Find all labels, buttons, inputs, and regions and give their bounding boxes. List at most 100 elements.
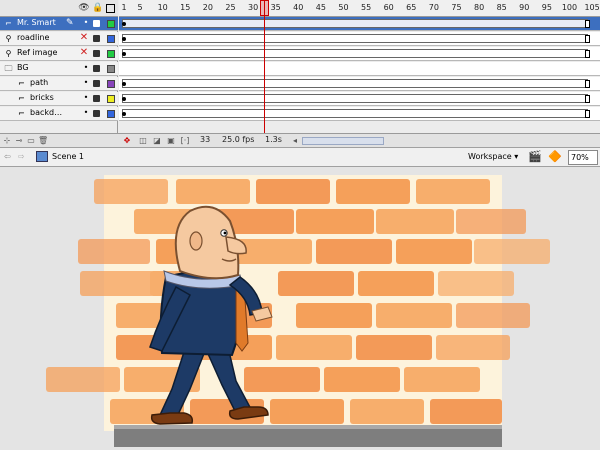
frame-span[interactable] bbox=[122, 79, 588, 88]
zoom-field[interactable]: 70% bbox=[568, 150, 598, 165]
outline-color-swatch[interactable] bbox=[107, 35, 115, 43]
end-keyframe[interactable] bbox=[585, 50, 590, 58]
onion-markers-icon[interactable]: [·] bbox=[180, 136, 190, 145]
layer-row[interactable]: ⌐ Mr. Smart ✎ • bbox=[0, 17, 118, 31]
lock-icon[interactable]: 🔒 bbox=[92, 2, 104, 14]
scene-name[interactable]: Scene 1 bbox=[52, 152, 84, 161]
ruler-tick-label: 105 bbox=[584, 3, 600, 12]
outline-color-swatch[interactable] bbox=[107, 65, 115, 73]
edit-scene-icon[interactable]: 🔶 bbox=[548, 150, 562, 163]
frame-row[interactable] bbox=[119, 77, 600, 91]
brick bbox=[80, 271, 154, 296]
layer-name[interactable]: Ref image bbox=[17, 48, 57, 57]
lock-toggle-icon[interactable] bbox=[93, 35, 100, 42]
frame-row[interactable] bbox=[119, 17, 600, 31]
layer-icon: ⌐ bbox=[18, 79, 25, 88]
add-folder-icon[interactable]: ▭ bbox=[26, 136, 36, 145]
layer-name[interactable]: backd… bbox=[30, 108, 62, 117]
end-keyframe[interactable] bbox=[585, 20, 590, 28]
lock-toggle-icon[interactable] bbox=[93, 95, 100, 102]
hidden-x-icon[interactable]: ✕ bbox=[78, 32, 90, 43]
end-keyframe[interactable] bbox=[585, 80, 590, 88]
layer-row[interactable]: ⚲ roadline ✕ bbox=[0, 32, 118, 46]
outline-color-swatch[interactable] bbox=[107, 20, 115, 28]
layer-row[interactable]: ⌐ bricks • bbox=[0, 92, 118, 106]
lock-toggle-icon[interactable] bbox=[93, 20, 100, 27]
keyframe-dot[interactable] bbox=[122, 22, 126, 26]
outline-color-swatch[interactable] bbox=[107, 80, 115, 88]
layer-row[interactable]: ⌐ path • bbox=[0, 77, 118, 91]
delete-layer-icon[interactable]: 🗑 bbox=[38, 136, 48, 145]
end-keyframe[interactable] bbox=[585, 35, 590, 43]
lock-toggle-icon[interactable] bbox=[93, 110, 100, 117]
fps-readout[interactable]: 25.0 fps bbox=[222, 135, 254, 144]
keyframe-dot[interactable] bbox=[122, 97, 126, 101]
brick bbox=[438, 271, 514, 296]
add-guide-icon[interactable]: ⊸ bbox=[14, 136, 24, 145]
onion-outline-icon[interactable]: ◪ bbox=[152, 136, 162, 145]
pupil bbox=[223, 231, 227, 235]
frame-span[interactable] bbox=[122, 49, 588, 58]
visible-dot-icon[interactable]: • bbox=[82, 93, 90, 102]
lock-toggle-icon[interactable] bbox=[93, 50, 100, 57]
layer-name[interactable]: BG bbox=[17, 63, 29, 72]
timeline-scrollbar[interactable] bbox=[302, 137, 384, 145]
frame-row[interactable] bbox=[119, 32, 600, 46]
hidden-x-icon[interactable]: ✕ bbox=[78, 47, 90, 58]
edit-symbols-icon[interactable]: 🎬 bbox=[528, 150, 542, 163]
outline-color-swatch[interactable] bbox=[107, 95, 115, 103]
edit-multiple-icon[interactable]: ▣ bbox=[166, 136, 176, 145]
brick bbox=[278, 271, 354, 296]
brick bbox=[456, 303, 530, 328]
keyframe-dot[interactable] bbox=[122, 112, 126, 116]
ruler-tick-label: 50 bbox=[338, 3, 349, 12]
layer-row[interactable]: ⌐ backd… • bbox=[0, 107, 118, 121]
scroll-left-icon[interactable]: ◂ bbox=[290, 136, 300, 145]
end-keyframe[interactable] bbox=[585, 95, 590, 103]
frame-ruler[interactable]: 1 5 10 15 20 25 30 35 40 45 50 55 60 65 70 75 80 85 90 95 10… bbox=[119, 0, 600, 17]
stage-canvas[interactable] bbox=[0, 167, 600, 450]
layer-row[interactable]: 🗀 BG • bbox=[0, 62, 118, 76]
keyframe-dot[interactable] bbox=[122, 52, 126, 56]
frame-span[interactable] bbox=[122, 19, 588, 28]
frame-row[interactable] bbox=[119, 107, 600, 121]
keyframe-dot[interactable] bbox=[122, 82, 126, 86]
forward-arrow-icon[interactable]: ⇨ bbox=[18, 152, 25, 161]
frame-span[interactable] bbox=[122, 109, 588, 118]
elapsed-time-readout: 1.3s bbox=[265, 135, 282, 144]
eye-icon[interactable]: 👁 bbox=[78, 2, 90, 14]
visible-dot-icon[interactable]: • bbox=[82, 78, 90, 87]
brick bbox=[296, 209, 374, 234]
layer-name[interactable]: roadline bbox=[17, 33, 49, 42]
add-layer-icon[interactable]: ⊹ bbox=[2, 136, 12, 145]
frame-row[interactable] bbox=[119, 92, 600, 106]
frame-span[interactable] bbox=[122, 94, 588, 103]
center-frame-icon[interactable]: ✥ bbox=[122, 136, 132, 145]
outline-color-swatch[interactable] bbox=[107, 110, 115, 118]
frame-area[interactable]: 1 5 10 15 20 25 30 35 40 45 50 55 60 65 70 75 80 85 90 95 10… bbox=[119, 0, 600, 147]
lock-toggle-icon[interactable] bbox=[93, 80, 100, 87]
visible-dot-icon[interactable]: • bbox=[82, 18, 90, 27]
layer-icon: ⌐ bbox=[5, 19, 12, 28]
ground-highlight bbox=[114, 425, 502, 429]
back-arrow-icon[interactable]: ⇦ bbox=[4, 152, 11, 161]
visible-dot-icon[interactable]: • bbox=[82, 108, 90, 117]
frame-span[interactable] bbox=[122, 34, 588, 43]
outline-color-swatch[interactable] bbox=[107, 50, 115, 58]
layer-name[interactable]: bricks bbox=[30, 93, 54, 102]
lock-toggle-icon[interactable] bbox=[93, 65, 100, 72]
layer-name[interactable]: Mr. Smart bbox=[17, 18, 56, 27]
frame-row[interactable] bbox=[119, 62, 600, 76]
ruler-tick-label: 70 bbox=[428, 3, 439, 12]
brick bbox=[236, 239, 312, 264]
keyframe-dot[interactable] bbox=[122, 37, 126, 41]
outline-icon[interactable] bbox=[106, 4, 115, 13]
layer-name[interactable]: path bbox=[30, 78, 48, 87]
workspace-menu[interactable]: Workspace ▾ bbox=[468, 152, 518, 161]
brick bbox=[336, 179, 410, 204]
visible-dot-icon[interactable]: • bbox=[82, 63, 90, 72]
onion-skin-icon[interactable]: ◫ bbox=[138, 136, 148, 145]
frame-row[interactable] bbox=[119, 47, 600, 61]
layer-row[interactable]: ⚲ Ref image ✕ bbox=[0, 47, 118, 61]
end-keyframe[interactable] bbox=[585, 110, 590, 118]
